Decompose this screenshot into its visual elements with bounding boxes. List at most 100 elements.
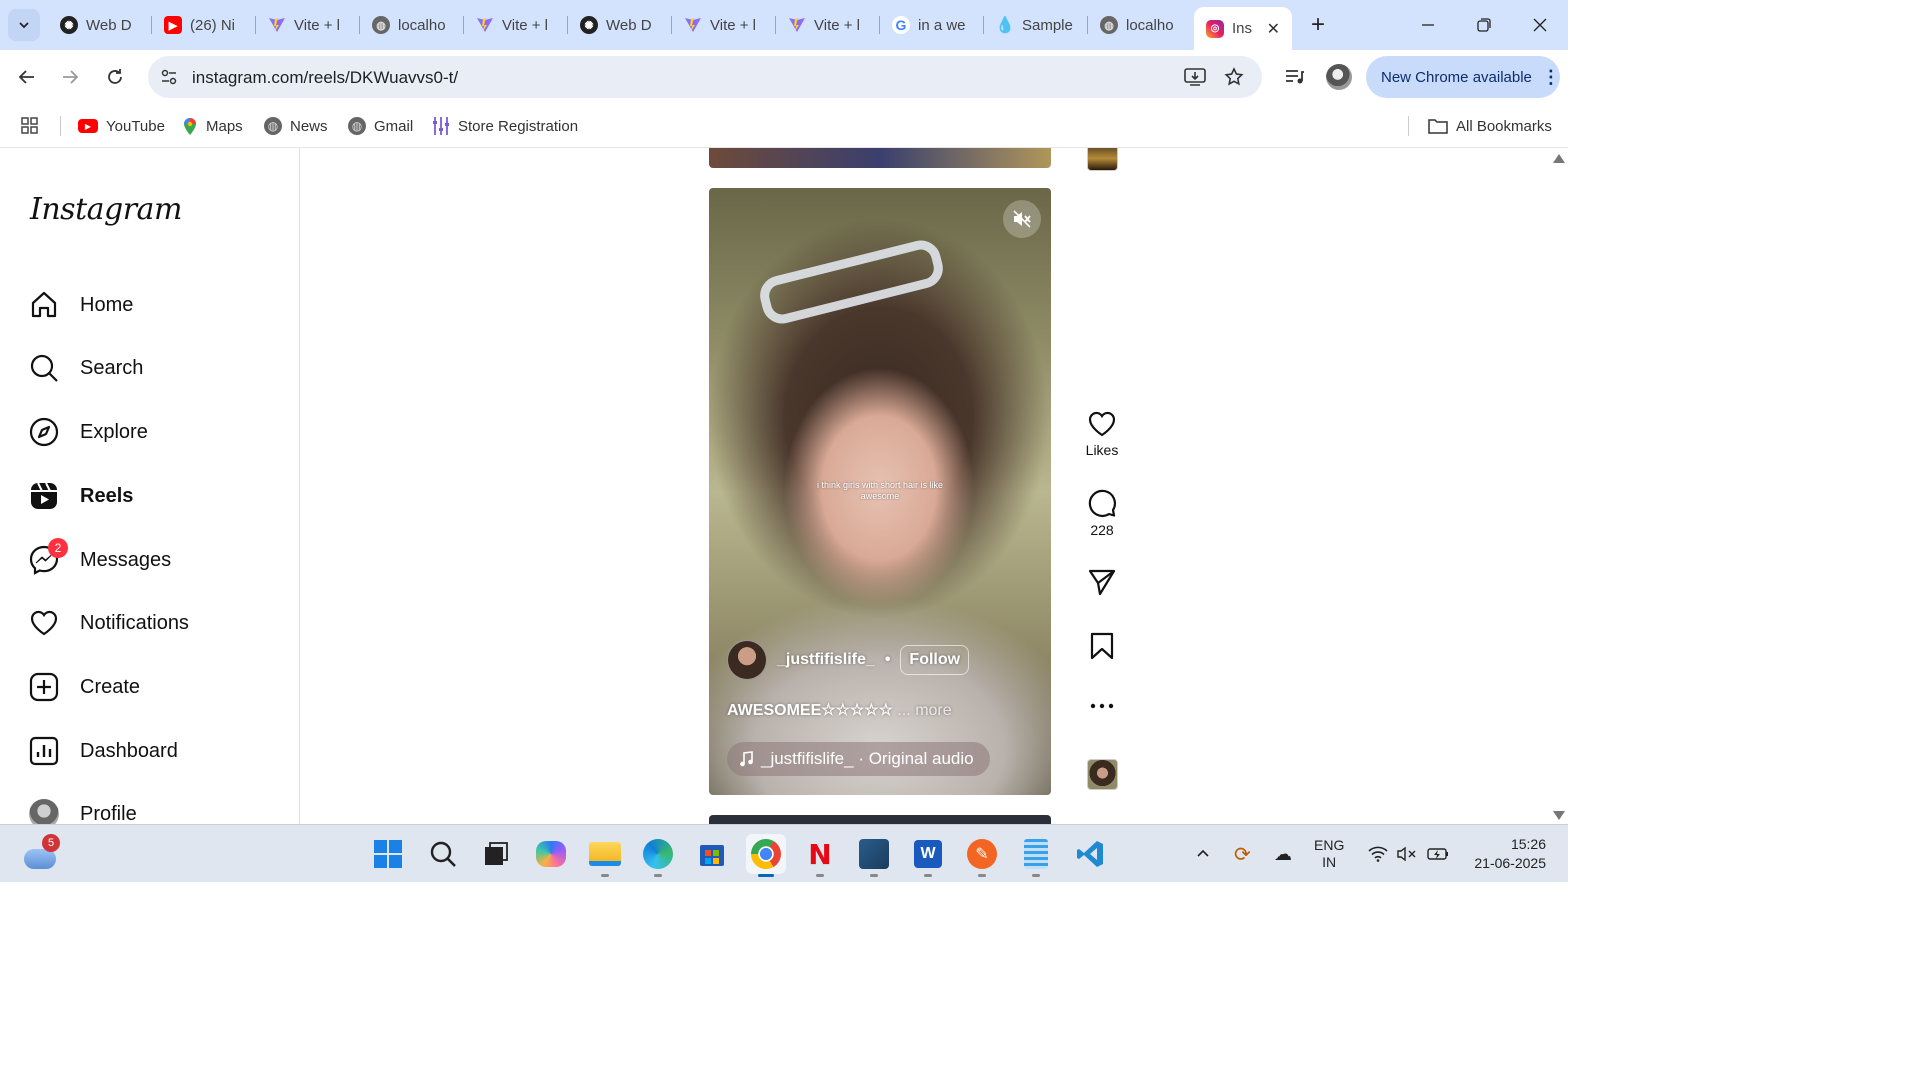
new-chrome-available-button[interactable]: New Chrome available ⋮ — [1366, 56, 1560, 98]
like-button[interactable]: Likes — [1082, 410, 1122, 458]
tab-vite-2[interactable]: Vite + l — [464, 10, 568, 40]
bookmark-news[interactable]: ◍ News — [264, 114, 328, 138]
all-bookmarks-button[interactable]: All Bookmarks — [1428, 114, 1552, 138]
mysql-workbench-app[interactable] — [854, 834, 894, 877]
tab-vite-3[interactable]: Vite + l — [672, 10, 776, 40]
more-options-button[interactable] — [1082, 702, 1122, 710]
share-button[interactable] — [1082, 568, 1122, 596]
close-tab-icon[interactable]: ✕ — [1267, 19, 1280, 39]
reel-video[interactable]: i think girls with short hair is like aw… — [709, 188, 1051, 795]
clock[interactable]: 15:26 21-06-2025 — [1466, 825, 1546, 882]
address-bar[interactable]: instagram.com/reels/DKWuavvs0-t/ — [148, 56, 1262, 98]
author-username[interactable]: _justfifislife_ — [777, 651, 875, 669]
bookmark-maps[interactable]: Maps — [182, 114, 243, 138]
bookmark-label: News — [290, 117, 328, 135]
battery-tray-icon[interactable] — [1427, 825, 1449, 882]
caption-more-link[interactable]: ... more — [897, 702, 951, 719]
author-avatar[interactable] — [727, 640, 767, 680]
notepad-app[interactable] — [1016, 834, 1056, 877]
bookmark-store-registration[interactable]: Store Registration — [432, 114, 578, 138]
install-app-icon[interactable] — [1184, 67, 1206, 87]
sidebar-item-search[interactable]: Search — [28, 348, 143, 388]
more-vert-icon[interactable]: ⋮ — [1542, 67, 1560, 88]
tab-sample[interactable]: 💧 Sample — [984, 10, 1088, 40]
volume-tray-icon[interactable] — [1397, 825, 1417, 882]
forward-button[interactable] — [55, 62, 85, 92]
tab-web-d-2[interactable]: ✺ Web D — [568, 10, 672, 40]
close-window-button[interactable] — [1520, 10, 1560, 40]
audio-thumbnail[interactable] — [1087, 759, 1118, 790]
openai-icon: ✺ — [60, 16, 78, 34]
unmute-button[interactable] — [1003, 200, 1041, 238]
minimize-button[interactable] — [1408, 10, 1448, 40]
bookmark-youtube[interactable]: ▶ YouTube — [78, 114, 165, 138]
heart-icon — [1088, 411, 1116, 437]
tab-vite-1[interactable]: Vite + l — [256, 10, 360, 40]
reload-button[interactable] — [100, 62, 130, 92]
next-reel[interactable] — [709, 815, 1051, 824]
follow-button[interactable]: Follow — [900, 645, 970, 675]
word-app[interactable]: W — [908, 834, 948, 877]
scroll-up-arrow[interactable] — [1553, 154, 1565, 163]
copilot-app[interactable] — [531, 834, 571, 874]
language-indicator[interactable]: ENG IN — [1314, 825, 1344, 882]
profile-avatar-button[interactable] — [1324, 62, 1354, 92]
instagram-logo[interactable]: Instagram — [30, 192, 182, 227]
previous-reel[interactable] — [709, 148, 1051, 168]
bookmark-gmail[interactable]: ◍ Gmail — [348, 114, 413, 138]
sidebar-item-profile[interactable]: Profile — [28, 794, 137, 824]
globe-icon: ◍ — [348, 117, 366, 135]
tab-localhost-1[interactable]: ◍ localho — [360, 10, 464, 40]
comment-button[interactable]: 228 — [1082, 488, 1122, 538]
store-icon — [700, 845, 724, 866]
bookmark-star-icon[interactable] — [1224, 67, 1244, 87]
sidebar-item-home[interactable]: Home — [28, 285, 133, 325]
restore-button[interactable] — [1464, 10, 1504, 40]
task-view-button[interactable] — [476, 834, 516, 874]
sidebar-item-label: Notifications — [80, 611, 189, 634]
chrome-app[interactable] — [746, 834, 786, 877]
original-audio-link[interactable]: _justfifislife_ · Original audio — [727, 742, 990, 776]
vite-icon — [268, 16, 286, 34]
edge-app[interactable] — [638, 834, 678, 877]
sidebar-item-dashboard[interactable]: Dashboard — [28, 731, 178, 771]
tab-localhost-2[interactable]: ◍ localho — [1088, 10, 1192, 40]
reel-author: _justfifislife_ • Follow — [727, 640, 970, 680]
sidebar-item-explore[interactable]: Explore — [28, 412, 148, 452]
media-control-button[interactable] — [1280, 62, 1310, 92]
netflix-app[interactable]: N — [800, 834, 840, 877]
microsoft-store-app[interactable] — [692, 834, 732, 874]
tab-label: Sample — [1022, 16, 1073, 34]
new-tab-button[interactable]: + — [1298, 10, 1338, 40]
maps-pin-icon — [184, 118, 196, 135]
search-icon — [430, 841, 456, 867]
vscode-app[interactable] — [1070, 834, 1110, 874]
chrome-update-label: New Chrome available — [1381, 68, 1532, 86]
sidebar-item-messages[interactable]: 2 Messages — [28, 538, 171, 580]
vscode-icon — [1077, 841, 1103, 867]
weather-widget[interactable]: 5 — [20, 834, 60, 874]
previous-reel-audio-thumbnail[interactable] — [1087, 148, 1118, 171]
tab-instagram[interactable]: ◎ Ins ✕ — [1194, 7, 1292, 50]
back-button[interactable] — [12, 62, 42, 92]
save-button[interactable] — [1082, 632, 1122, 660]
scroll-down-arrow[interactable] — [1553, 811, 1565, 820]
network-tray-icon[interactable] — [1368, 825, 1388, 882]
sidebar-item-notifications[interactable]: Notifications — [28, 603, 189, 643]
tab-google[interactable]: G in a we — [880, 10, 984, 40]
taskbar-search-button[interactable] — [423, 834, 463, 874]
onedrive-tray-icon[interactable]: ☁ — [1274, 825, 1292, 882]
tab-search-button[interactable] — [8, 9, 40, 41]
tab-web-d-1[interactable]: ✺ Web D — [48, 10, 152, 40]
show-hidden-icons[interactable] — [1196, 825, 1210, 882]
file-explorer-app[interactable] — [585, 834, 625, 877]
apps-button[interactable] — [20, 114, 40, 138]
start-button[interactable] — [368, 834, 408, 874]
sync-tray-icon[interactable]: ⟳ — [1234, 825, 1251, 882]
sketch-app[interactable]: ✎ — [962, 834, 1002, 877]
site-info-icon[interactable] — [160, 68, 178, 86]
tab-vite-4[interactable]: Vite + l — [776, 10, 880, 40]
tab-youtube[interactable]: ▶ (26) Ni — [152, 10, 256, 40]
sidebar-item-create[interactable]: Create — [28, 667, 140, 707]
sidebar-item-reels[interactable]: Reels — [28, 476, 133, 516]
